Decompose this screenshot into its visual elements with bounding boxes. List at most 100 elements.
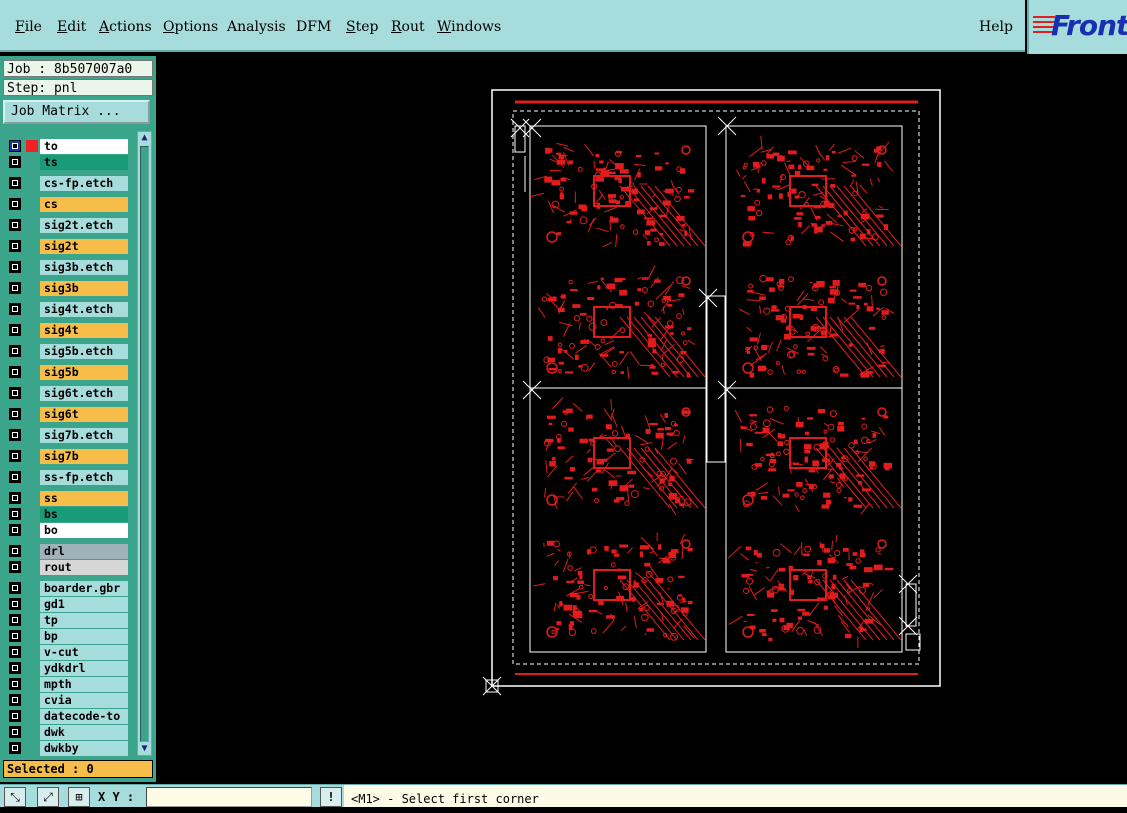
layer-checkbox[interactable]: [9, 450, 21, 462]
layer-name[interactable]: sig2t: [40, 239, 128, 254]
layer-name[interactable]: bo: [40, 523, 128, 538]
layer-row[interactable]: v-cut: [6, 645, 126, 660]
layer-row[interactable]: rout: [6, 560, 126, 575]
scroll-down-icon[interactable]: ▼: [138, 743, 151, 755]
measure-icon[interactable]: ⤢: [37, 787, 59, 807]
layer-row[interactable]: drl: [6, 544, 126, 559]
layer-row[interactable]: cs-fp.etch: [6, 176, 126, 191]
layer-checkbox[interactable]: [9, 366, 21, 378]
layer-name[interactable]: to: [40, 139, 128, 154]
layer-checkbox[interactable]: [9, 219, 21, 231]
layer-row[interactable]: sig5b: [6, 365, 126, 380]
layer-name[interactable]: ydkdrl: [40, 661, 128, 676]
layer-row[interactable]: dwkby: [6, 741, 126, 756]
layer-checkbox[interactable]: [9, 345, 21, 357]
layer-row[interactable]: bp: [6, 629, 126, 644]
layer-name[interactable]: sig6t: [40, 407, 128, 422]
layer-name[interactable]: sig2t.etch: [40, 218, 128, 233]
layer-checkbox[interactable]: [9, 324, 21, 336]
layer-row[interactable]: to: [6, 139, 126, 154]
layer-checkbox[interactable]: [9, 177, 21, 189]
layer-checkbox[interactable]: [9, 387, 21, 399]
layer-checkbox[interactable]: [9, 582, 21, 594]
snap-icon[interactable]: ⤡: [4, 787, 26, 807]
menu-windows[interactable]: Windows: [437, 19, 501, 35]
layer-checkbox[interactable]: [9, 492, 21, 504]
layer-row[interactable]: cs: [6, 197, 126, 212]
layer-name[interactable]: cs: [40, 197, 128, 212]
help-menu[interactable]: Help: [979, 19, 1013, 35]
layer-checkbox[interactable]: [9, 261, 21, 273]
layer-checkbox[interactable]: [9, 662, 21, 674]
layer-checkbox[interactable]: [9, 508, 21, 520]
layer-name[interactable]: datecode-to: [40, 709, 128, 724]
layer-checkbox[interactable]: [9, 471, 21, 483]
layer-row[interactable]: sig5b.etch: [6, 344, 126, 359]
layer-name[interactable]: ss: [40, 491, 128, 506]
layer-name[interactable]: drl: [40, 544, 128, 559]
layer-checkbox[interactable]: [9, 646, 21, 658]
layer-row[interactable]: cvia: [6, 693, 126, 708]
layer-name[interactable]: sig5b.etch: [40, 344, 128, 359]
layer-name[interactable]: sig7b: [40, 449, 128, 464]
layer-row[interactable]: sig3b: [6, 281, 126, 296]
alert-button[interactable]: !: [320, 787, 342, 807]
menu-rout[interactable]: Rout: [391, 19, 425, 35]
layer-checkbox[interactable]: [9, 726, 21, 738]
layer-row[interactable]: tp: [6, 613, 126, 628]
layer-name[interactable]: rout: [40, 560, 128, 575]
layer-row[interactable]: sig2t.etch: [6, 218, 126, 233]
layer-checkbox[interactable]: [9, 710, 21, 722]
layer-name[interactable]: ts: [40, 155, 128, 170]
layer-row[interactable]: sig4t.etch: [6, 302, 126, 317]
layer-name[interactable]: mpth: [40, 677, 128, 692]
layer-name[interactable]: cs-fp.etch: [40, 176, 128, 191]
layer-name[interactable]: cvia: [40, 693, 128, 708]
layer-row[interactable]: sig7b: [6, 449, 126, 464]
layer-row[interactable]: sig6t.etch: [6, 386, 126, 401]
layer-checkbox[interactable]: [9, 561, 21, 573]
layer-checkbox[interactable]: [9, 678, 21, 690]
layer-name[interactable]: sig4t.etch: [40, 302, 128, 317]
menu-edit[interactable]: Edit: [57, 19, 86, 35]
layer-checkbox[interactable]: [9, 545, 21, 557]
menu-file[interactable]: File: [15, 19, 42, 35]
layer-row[interactable]: gd1: [6, 597, 126, 612]
layer-checkbox[interactable]: [9, 303, 21, 315]
layer-row[interactable]: bo: [6, 523, 126, 538]
graphic-canvas[interactable]: [158, 56, 1127, 782]
grid-icon[interactable]: ⊞: [68, 787, 90, 807]
layer-name[interactable]: dwk: [40, 725, 128, 740]
scroll-up-icon[interactable]: ▲: [138, 132, 151, 144]
layer-row[interactable]: bs: [6, 507, 126, 522]
layer-name[interactable]: ss-fp.etch: [40, 470, 128, 485]
layer-checkbox[interactable]: [9, 156, 21, 168]
job-matrix-button[interactable]: Job Matrix ...: [3, 100, 150, 124]
layer-checkbox[interactable]: [9, 198, 21, 210]
layer-name[interactable]: tp: [40, 613, 128, 628]
layer-name[interactable]: gd1: [40, 597, 128, 612]
layer-row[interactable]: sig4t: [6, 323, 126, 338]
layer-checkbox[interactable]: [9, 408, 21, 420]
menu-options[interactable]: Options: [163, 19, 218, 35]
layer-name[interactable]: sig5b: [40, 365, 128, 380]
layer-row[interactable]: ss-fp.etch: [6, 470, 126, 485]
layer-checkbox[interactable]: [9, 694, 21, 706]
layer-name[interactable]: sig3b: [40, 281, 128, 296]
layer-row[interactable]: boarder.gbr: [6, 581, 126, 596]
menu-step[interactable]: Step: [346, 19, 378, 35]
layer-name[interactable]: dwkby: [40, 741, 128, 756]
layer-name[interactable]: sig3b.etch: [40, 260, 128, 275]
menu-analysis[interactable]: Analysis: [227, 19, 286, 35]
layer-name[interactable]: sig4t: [40, 323, 128, 338]
layer-row[interactable]: ts: [6, 155, 126, 170]
layer-row[interactable]: dwk: [6, 725, 126, 740]
layer-row[interactable]: sig2t: [6, 239, 126, 254]
layer-row[interactable]: sig6t: [6, 407, 126, 422]
layer-row[interactable]: sig3b.etch: [6, 260, 126, 275]
layer-name[interactable]: bp: [40, 629, 128, 644]
xy-input[interactable]: [146, 787, 312, 807]
layer-row[interactable]: datecode-to: [6, 709, 126, 724]
layer-checkbox[interactable]: [9, 140, 21, 152]
layer-scrollbar[interactable]: ▲ ▼: [137, 131, 152, 756]
